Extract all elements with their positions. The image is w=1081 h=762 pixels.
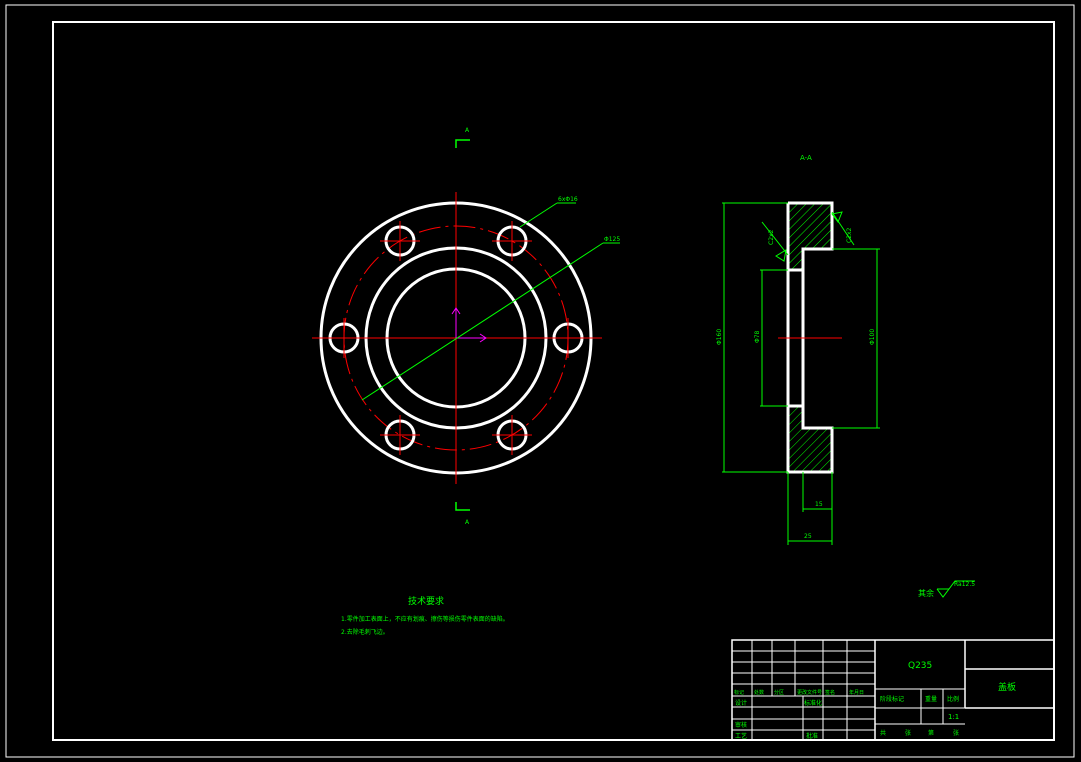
chamfer-left-mark — [775, 249, 787, 262]
cad-drawing-sheet: 6xΦ16 Φ125 A A A-A Φ160 Φ78 Φ100 C2x2 C2… — [5, 4, 1075, 758]
scale-value: 1:1 — [948, 713, 959, 721]
roughness-label: 其余 — [918, 588, 934, 598]
cut-label-top: A — [465, 127, 470, 134]
tb-standard-label: 标准化 — [804, 699, 822, 707]
tb-header-label: 签名 — [825, 689, 835, 696]
holes-dimension-text: 6xΦ16 — [558, 196, 578, 203]
chamfer-left-text: C2x2 — [768, 229, 775, 245]
tb-header-label: 分区 — [774, 689, 784, 696]
tech-req-item: 2.去除毛刺飞边。 — [341, 628, 389, 636]
weight-label: 重量 — [925, 695, 937, 703]
outer-border — [5, 4, 1075, 758]
tb-review-label: 审核 — [735, 721, 747, 729]
holes-leader — [519, 202, 558, 228]
tb-approve-label: 批准 — [806, 732, 818, 740]
sheets-text: 共 — [880, 729, 886, 737]
cut-label-bottom: A — [465, 519, 470, 526]
title-block: 标记 处数 分区 更改文件号 签名 年月日设计 标准化审核工艺 批准 Q235 盖板 阶段标记… — [731, 639, 1055, 741]
title-block-left-grid: 标记 处数 分区 更改文件号 签名 年月日设计 标准化审核工艺 批准 — [732, 640, 875, 740]
inner-border — [52, 21, 1055, 741]
sheets-text: 张 — [953, 729, 959, 737]
tb-header-label: 年月日 — [849, 689, 864, 696]
chamfer-right-text: C2x2 — [846, 227, 853, 243]
cut-marker-top — [455, 139, 470, 148]
tb-header-label: 标记 — [734, 689, 744, 696]
tb-designer-label: 设计 — [735, 699, 747, 707]
part-name-text: 盖板 — [998, 681, 1016, 693]
roughness-value: Ra12.5 — [954, 581, 975, 588]
total-thickness-text: 25 — [804, 533, 812, 540]
section-label: A-A — [800, 154, 812, 162]
tech-req-item: 1.零件加工表面上，不应有划痕、擦伤等损伤零件表面的缺陷。 — [341, 615, 509, 623]
bolt-circle-dimension-text: Φ125 — [604, 236, 620, 243]
front-view: 6xΦ16 Φ125 A A — [312, 127, 620, 526]
step-depth-text: 15 — [815, 501, 823, 508]
tb-process-label: 工艺 — [735, 732, 747, 740]
roughness-note: 其余 Ra12.5 — [918, 580, 975, 598]
bore-diameter-text: Φ78 — [754, 330, 761, 343]
section-hatch-bottom — [788, 406, 832, 472]
tb-header-label: 更改文件号 — [797, 689, 822, 696]
material-text: Q235 — [908, 661, 932, 671]
tb-header-label: 处数 — [754, 689, 764, 696]
section-hatch-top — [788, 203, 832, 270]
cut-marker-bottom — [455, 502, 470, 511]
sheets-text: 第 — [928, 729, 934, 737]
tech-req-title: 技术要求 — [408, 595, 444, 607]
stage-label: 阶段标记 — [880, 695, 904, 703]
step-diameter-text: Φ100 — [869, 329, 876, 345]
section-view: A-A Φ160 Φ78 Φ100 C2x2 C2x2 15 25 — [716, 154, 880, 545]
technical-requirements: 技术要求 1.零件加工表面上，不应有划痕、擦伤等损伤零件表面的缺陷。 2.去除毛… — [341, 595, 509, 636]
scale-label: 比例 — [947, 695, 959, 703]
sheets-text: 张 — [905, 729, 911, 737]
outer-diameter-text: Φ160 — [716, 329, 723, 345]
chamfer-left-leader — [761, 221, 789, 256]
